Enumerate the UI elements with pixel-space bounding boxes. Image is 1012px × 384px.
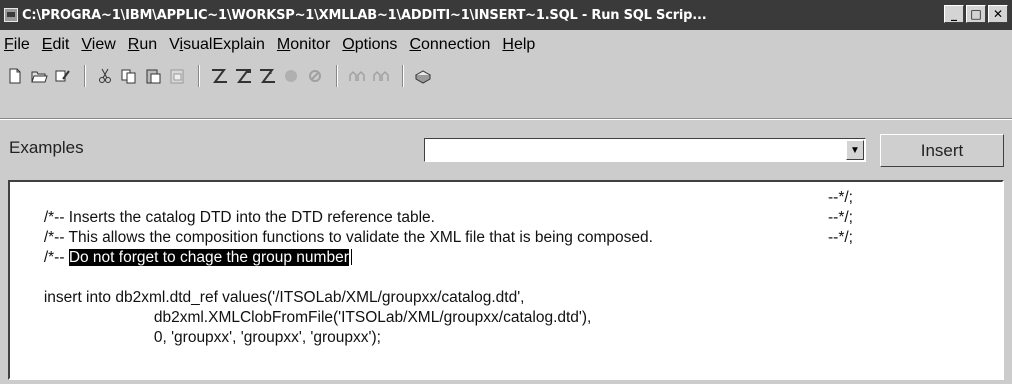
title-bar[interactable]: C:\PROGRA~1\IBM\APPLIC~1\WORKSP~1\XMLLAB… — [0, 0, 1012, 30]
code-line: /*-- This allows the composition functio… — [43, 209, 853, 246]
menu-run[interactable]: Run — [128, 36, 157, 54]
menu-view[interactable]: View — [81, 36, 115, 54]
print-icon[interactable] — [412, 65, 434, 87]
menu-options[interactable]: Options — [342, 36, 397, 54]
menu-edit[interactable]: Edit — [42, 36, 70, 54]
menu-visualexplain[interactable]: VisualExplain — [169, 36, 265, 54]
menu-help[interactable]: Help — [502, 36, 535, 54]
code-line: insert into db2xml.dtd_ref values('/ITSO… — [43, 289, 525, 306]
close-button[interactable]: ✕ — [988, 5, 1008, 23]
insert-button[interactable]: Insert — [880, 134, 1004, 167]
menu-monitor[interactable]: Monitor — [277, 36, 330, 54]
minimize-button[interactable]: _ — [944, 5, 964, 23]
maximize-button[interactable]: □ — [966, 5, 986, 23]
open-file-icon[interactable] — [28, 65, 50, 87]
stop-icon — [280, 65, 302, 87]
code-line: db2xml.XMLClobFromFile('ITSOLab/XML/grou… — [153, 309, 592, 326]
code-line: /*-- Inserts the catalog DTD into the DT… — [43, 189, 853, 226]
paste-icon[interactable] — [142, 65, 164, 87]
examples-dropdown[interactable]: ▼ — [424, 138, 866, 162]
toolbar-divider — [0, 118, 1012, 120]
window-controls: _ □ ✕ — [944, 5, 1008, 23]
run-all-icon[interactable] — [208, 65, 230, 87]
toolbar-separator — [336, 65, 338, 87]
code-line: /*-- Do not forget to chage the group nu… — [43, 229, 853, 266]
examples-label: Examples — [9, 138, 84, 157]
dropdown-arrow-icon[interactable]: ▼ — [846, 140, 864, 160]
cut-icon[interactable] — [94, 65, 116, 87]
toolbar-separator — [198, 65, 200, 87]
save-file-icon[interactable] — [52, 65, 74, 87]
menu-file[interactable]: File — [4, 36, 30, 54]
menu-connection[interactable]: Connection — [409, 36, 490, 54]
toolbar-separator — [402, 65, 404, 87]
cancel-icon — [304, 65, 326, 87]
run-sql-window: C:\PROGRA~1\IBM\APPLIC~1\WORKSP~1\XMLLAB… — [0, 0, 1012, 384]
code-line: 0, 'groupxx', 'groupxx', 'groupxx'); — [153, 329, 381, 346]
toolbar-separator — [84, 65, 86, 87]
paste-disabled-icon — [166, 65, 188, 87]
run-selected-icon[interactable] — [232, 65, 254, 87]
sql-editor[interactable]: /*-- Inserts the catalog DTD into the DT… — [8, 180, 1004, 380]
toolbar — [0, 60, 436, 92]
copy-icon[interactable] — [118, 65, 140, 87]
explain-icon — [346, 65, 368, 87]
new-file-icon[interactable] — [4, 65, 26, 87]
run-from-cursor-icon[interactable] — [256, 65, 278, 87]
window-title: C:\PROGRA~1\IBM\APPLIC~1\WORKSP~1\XMLLAB… — [22, 7, 707, 23]
app-icon — [4, 8, 18, 22]
menu-bar: File Edit View Run VisualExplain Monitor Optio… — [0, 34, 541, 56]
explain-selected-icon — [370, 65, 392, 87]
